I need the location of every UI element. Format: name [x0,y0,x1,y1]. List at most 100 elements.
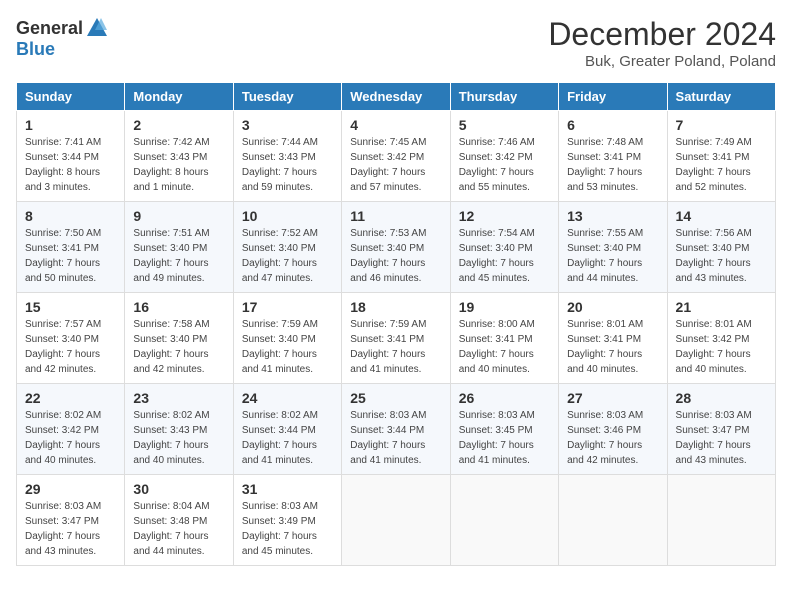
day-info: Sunrise: 8:03 AMSunset: 3:47 PMDaylight:… [676,408,767,468]
calendar-cell: 2Sunrise: 7:42 AMSunset: 3:43 PMDaylight… [125,111,233,202]
calendar-week-2: 8Sunrise: 7:50 AMSunset: 3:41 PMDaylight… [17,202,776,293]
daylight-label: Daylight: 7 hours [459,440,534,451]
daylight-label: Daylight: 7 hours [242,167,317,178]
sunset-line: Sunset: 3:40 PM [133,243,207,254]
daylight-minutes: and 44 minutes. [567,273,638,284]
sunrise-line: Sunrise: 7:42 AM [133,137,209,148]
day-number: 23 [133,390,224,406]
sunrise-line: Sunrise: 7:46 AM [459,137,535,148]
calendar-week-1: 1 Sunrise: 7:41 AMSunset: 3:44 PMDaylight… [17,111,776,202]
calendar-cell: 17Sunrise: 7:59 AMSunset: 3:40 PMDayligh… [233,293,341,384]
sunrise-line: Sunrise: 7:55 AM [567,228,643,239]
day-number: 3 [242,117,333,133]
sunrise-line: Sunrise: 8:02 AM [133,410,209,421]
calendar-cell: 23Sunrise: 8:02 AMSunset: 3:43 PMDayligh… [125,384,233,475]
day-info: Sunrise: 7:59 AM Sunset: 3:41 PM Daylight:… [350,317,441,377]
day-info: Sunrise: 8:03 AMSunset: 3:46 PMDaylight:… [567,408,658,468]
sunrise-line: Sunrise: 7:59 AM [242,319,318,330]
daylight-minutes: and 41 minutes. [350,364,421,375]
daylight-label: Daylight: 7 hours [459,167,534,178]
daylight-label: Daylight: 7 hours [242,531,317,542]
sunrise-line: Sunrise: 8:03 AM [567,410,643,421]
sunset-line: Sunset: 3:40 PM [133,334,207,345]
sunrise-line: Sunrise: 7:41 AM [25,137,101,148]
sunset-line: Sunset: 3:43 PM [242,152,316,163]
daylight-minutes: and 43 minutes. [676,455,747,466]
calendar-cell: 30Sunrise: 8:04 AMSunset: 3:48 PMDayligh… [125,475,233,566]
day-number: 27 [567,390,658,406]
logo: General Blue [16,16,109,60]
calendar-cell: 3Sunrise: 7:44 AMSunset: 3:43 PMDaylight… [233,111,341,202]
calendar-cell: 15Sunrise: 7:57 AMSunset: 3:40 PMDayligh… [17,293,125,384]
day-number: 15 [25,299,116,315]
day-number: 1 [25,117,116,133]
sunrise-line: Sunrise: 7:52 AM [242,228,318,239]
day-number: 2 [133,117,224,133]
sunrise-line: Sunrise: 7:58 AM [133,319,209,330]
day-number: 7 [676,117,767,133]
day-info: Sunrise: 8:04 AMSunset: 3:48 PMDaylight:… [133,499,224,559]
daylight-minutes: and 1 minute. [133,182,194,193]
daylight-label: Daylight: 7 hours [676,349,751,360]
day-number: 6 [567,117,658,133]
sunset-line: Sunset: 3:41 PM [350,334,424,345]
day-info: Sunrise: 8:02 AMSunset: 3:42 PMDaylight:… [25,408,116,468]
sunrise-line: Sunrise: 7:53 AM [350,228,426,239]
day-number: 21 [676,299,767,315]
day-number: 12 [459,208,550,224]
daylight-label: Daylight: 7 hours [567,349,642,360]
daylight-label: Daylight: 7 hours [25,440,100,451]
daylight-minutes: and 53 minutes. [567,182,638,193]
daylight-label: Daylight: 7 hours [25,349,100,360]
calendar-cell: 6Sunrise: 7:48 AMSunset: 3:41 PMDaylight… [559,111,667,202]
calendar-cell: 28Sunrise: 8:03 AMSunset: 3:47 PMDayligh… [667,384,775,475]
sunrise-line: Sunrise: 7:59 AM [350,319,426,330]
daylight-minutes: and 40 minutes. [676,364,747,375]
sunset-line: Sunset: 3:42 PM [676,334,750,345]
day-header-thursday: Thursday [450,83,558,111]
day-info: Sunrise: 7:45 AMSunset: 3:42 PMDaylight:… [350,135,441,195]
calendar-cell: 24Sunrise: 8:02 AMSunset: 3:44 PMDayligh… [233,384,341,475]
daylight-minutes: and 47 minutes. [242,273,313,284]
sunset-line: Sunset: 3:41 PM [25,243,99,254]
sunset-line: Sunset: 3:41 PM [567,334,641,345]
daylight-minutes: and 55 minutes. [459,182,530,193]
sunrise-line: Sunrise: 8:01 AM [567,319,643,330]
daylight-label: Daylight: 7 hours [133,531,208,542]
sunset-line: Sunset: 3:42 PM [25,425,99,436]
daylight-minutes: and 40 minutes. [459,364,530,375]
day-number: 19 [459,299,550,315]
calendar-cell: 7Sunrise: 7:49 AMSunset: 3:41 PMDaylight… [667,111,775,202]
day-header-monday: Monday [125,83,233,111]
daylight-minutes: and 57 minutes. [350,182,421,193]
daylight-label: Daylight: 7 hours [133,349,208,360]
day-number: 22 [25,390,116,406]
calendar-cell: 12Sunrise: 7:54 AMSunset: 3:40 PMDayligh… [450,202,558,293]
calendar-cell: 16Sunrise: 7:58 AMSunset: 3:40 PMDayligh… [125,293,233,384]
sunset-line: Sunset: 3:43 PM [133,152,207,163]
sunset-line: Sunset: 3:47 PM [25,516,99,527]
sunset-line: Sunset: 3:44 PM [350,425,424,436]
calendar-week-5: 29Sunrise: 8:03 AMSunset: 3:47 PMDayligh… [17,475,776,566]
day-number: 10 [242,208,333,224]
sunset-line: Sunset: 3:46 PM [567,425,641,436]
calendar-cell: 10Sunrise: 7:52 AMSunset: 3:40 PMDayligh… [233,202,341,293]
daylight-minutes: and 41 minutes. [350,455,421,466]
sunrise-line: Sunrise: 8:03 AM [25,501,101,512]
sunrise-line: Sunrise: 7:48 AM [567,137,643,148]
day-info: Sunrise: 7:55 AMSunset: 3:40 PMDaylight:… [567,226,658,286]
day-info: Sunrise: 7:50 AMSunset: 3:41 PMDaylight:… [25,226,116,286]
sunrise-line: Sunrise: 8:02 AM [242,410,318,421]
calendar-week-4: 22Sunrise: 8:02 AMSunset: 3:42 PMDayligh… [17,384,776,475]
month-title: December 2024 [548,16,776,53]
daylight-minutes: and 45 minutes. [459,273,530,284]
daylight-label: Daylight: 7 hours [350,349,425,360]
sunrise-line: Sunrise: 8:04 AM [133,501,209,512]
day-info: Sunrise: 7:41 AMSunset: 3:44 PMDaylight:… [25,135,116,195]
calendar-cell: 1 Sunrise: 7:41 AMSunset: 3:44 PMDaylight… [17,111,125,202]
sunset-line: Sunset: 3:49 PM [242,516,316,527]
day-info: Sunrise: 7:42 AMSunset: 3:43 PMDaylight:… [133,135,224,195]
day-info: Sunrise: 8:01 AMSunset: 3:42 PMDaylight:… [676,317,767,377]
daylight-minutes: and 50 minutes. [25,273,96,284]
logo-text: General Blue [16,16,109,60]
